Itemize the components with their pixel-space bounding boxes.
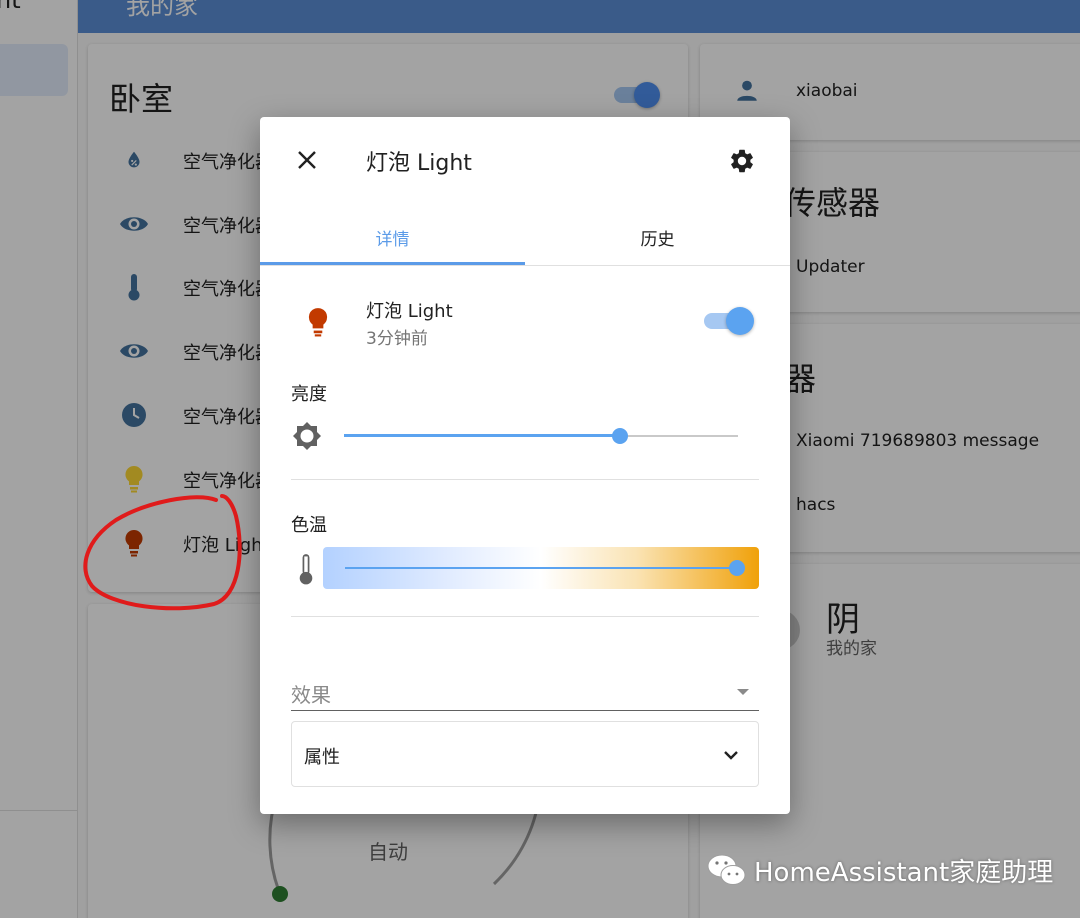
color-temp-slider[interactable] <box>323 547 759 589</box>
more-info-dialog: 灯泡 Light 详情 历史 灯泡 Light 3分钟前 亮度 色温 效果 属性 <box>260 117 790 814</box>
watermark: HomeAssistant家庭助理 <box>706 850 1053 890</box>
effect-placeholder: 效果 <box>291 683 331 707</box>
brightness-slider[interactable] <box>344 425 738 447</box>
gear-icon <box>731 149 753 173</box>
close-button[interactable] <box>290 143 324 177</box>
effect-select[interactable]: 效果 <box>291 673 759 711</box>
brightness-icon <box>292 421 322 451</box>
color-temp-label: 色温 <box>291 515 327 536</box>
attributes-expander[interactable]: 属性 <box>291 721 759 787</box>
brightness-slider-knob[interactable] <box>611 428 628 444</box>
brightness-label: 亮度 <box>291 384 327 405</box>
settings-button[interactable] <box>724 143 760 179</box>
tab-indicator <box>260 262 525 265</box>
divider <box>291 479 759 480</box>
color-temp-slider-knob[interactable] <box>729 560 745 576</box>
divider <box>291 616 759 617</box>
tab-details[interactable]: 详情 <box>260 209 525 265</box>
thermometer-icon <box>298 553 314 585</box>
last-changed: 3分钟前 <box>366 329 428 349</box>
annotation-circle <box>83 494 242 611</box>
light-toggle[interactable] <box>704 307 754 335</box>
dialog-title: 灯泡 Light <box>366 151 472 176</box>
wechat-logo-icon <box>707 854 746 885</box>
lightbulb-icon <box>304 307 332 337</box>
dialog-tabs: 详情 历史 <box>260 209 790 266</box>
watermark-text: HomeAssistant家庭助理 <box>754 857 1054 888</box>
tab-history[interactable]: 历史 <box>525 209 790 265</box>
chevron-down-icon <box>724 751 738 760</box>
dropdown-arrow-icon <box>737 689 749 695</box>
attributes-label: 属性 <box>304 747 340 768</box>
entity-name: 灯泡 Light <box>366 301 453 322</box>
close-icon <box>298 151 316 169</box>
